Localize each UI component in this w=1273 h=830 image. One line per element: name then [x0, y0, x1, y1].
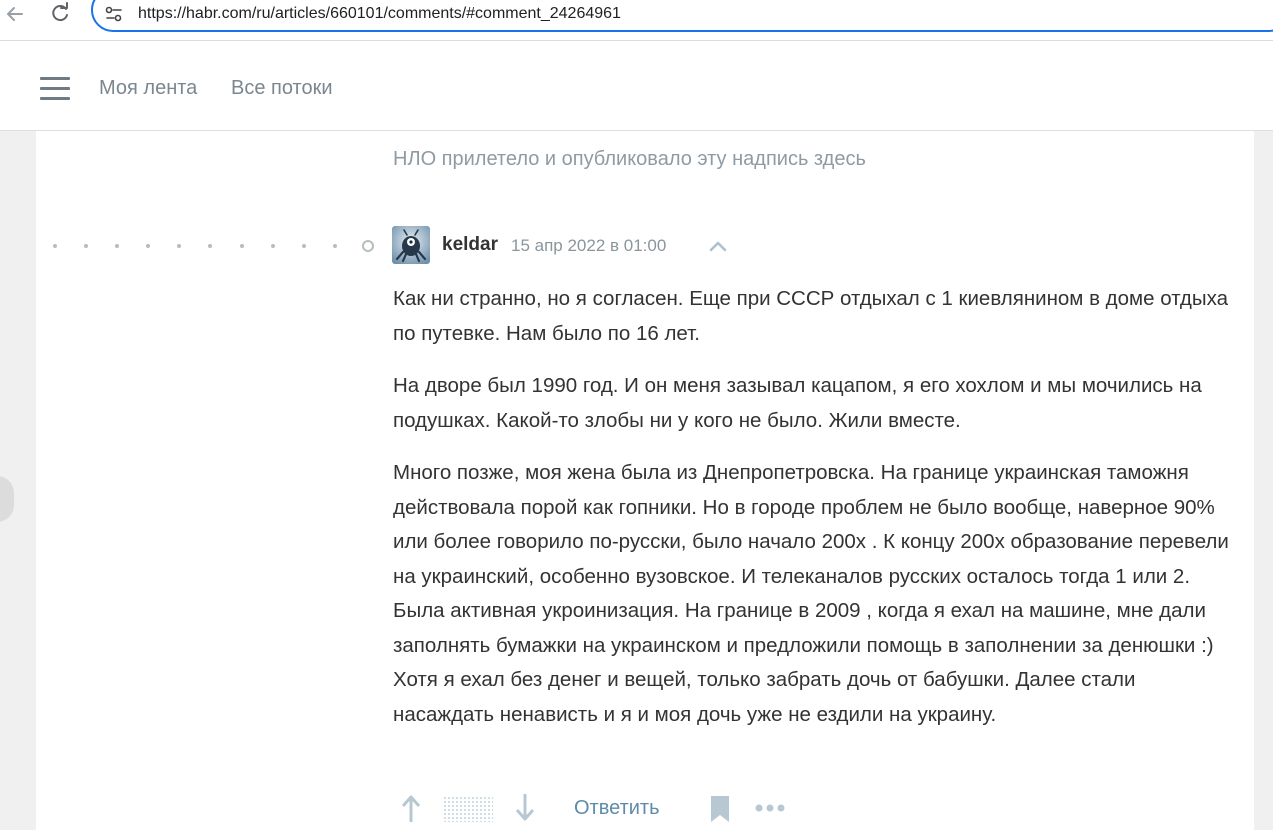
- comment-paragraph: На дворе был 1990 год. И он меня зазывал…: [393, 374, 1202, 432]
- thread-depth-indicator: [53, 240, 374, 252]
- nav-all-streams[interactable]: Все потоки: [231, 75, 333, 101]
- comment-body: Как ни странно, но я согласен. Еще при С…: [393, 282, 1233, 750]
- side-scroll-button[interactable]: [0, 476, 14, 522]
- more-dots-icon[interactable]: [754, 800, 788, 821]
- chevron-up-icon[interactable]: [707, 236, 729, 256]
- comment-author[interactable]: keldar: [442, 233, 498, 257]
- tune-icon[interactable]: [104, 4, 124, 24]
- reload-icon[interactable]: [48, 2, 72, 26]
- hamburger-menu-icon[interactable]: [40, 77, 70, 101]
- reply-button[interactable]: Ответить: [574, 795, 660, 821]
- comment-paragraph: Много позже, моя жена была из Днепропетр…: [393, 461, 1229, 726]
- comment-paragraph: Как ни странно, но я согласен. Еще при С…: [393, 287, 1229, 345]
- ufo-placeholder-comment: НЛО прилетело и опубликовало эту надпись…: [393, 148, 866, 170]
- browser-toolbar: https://habr.com/ru/articles/660101/comm…: [0, 0, 1273, 41]
- url-text[interactable]: https://habr.com/ru/articles/660101/comm…: [138, 3, 621, 25]
- arrow-down-icon[interactable]: [514, 792, 536, 829]
- bookmark-icon[interactable]: [709, 795, 731, 828]
- arrow-up-icon[interactable]: [400, 792, 422, 829]
- back-arrow-icon[interactable]: [4, 2, 26, 26]
- avatar[interactable]: [392, 226, 430, 264]
- site-header: Моя лента Все потоки: [0, 41, 1273, 131]
- vote-score-placeholder: [443, 796, 493, 827]
- nav-my-feed[interactable]: Моя лента: [99, 75, 197, 101]
- comment-date[interactable]: 15 апр 2022 в 01:00: [511, 234, 666, 258]
